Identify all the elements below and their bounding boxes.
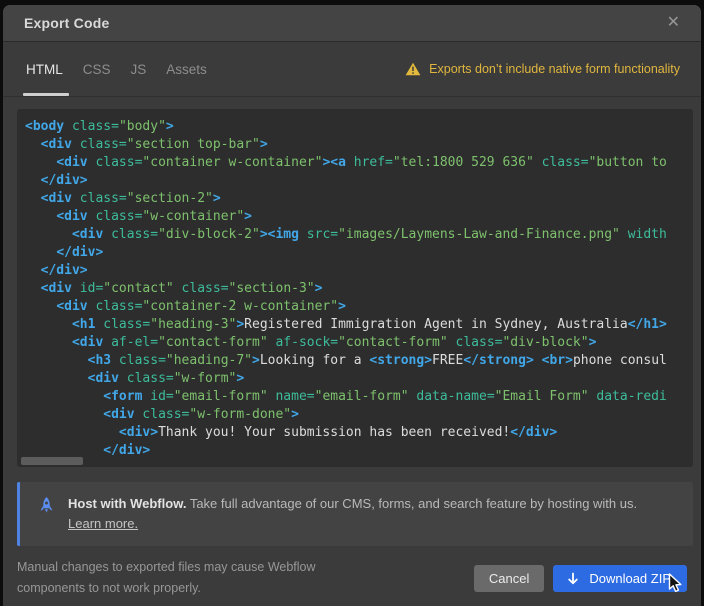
tab-css[interactable]: CSS [81, 42, 113, 96]
code-line: <div class="w-container"> [25, 208, 693, 226]
code-line: </div> [25, 244, 693, 262]
dialog-footer: Manual changes to exported files may cau… [17, 557, 687, 599]
tab-bar: HTML CSS JS Assets Exports don’t include na… [3, 42, 701, 97]
code-line: <div id="contact" class="section-3"> [25, 280, 693, 298]
tabs: HTML CSS JS Assets [24, 42, 209, 96]
note-line-1: Manual changes to exported files may cau… [17, 560, 316, 574]
code-line: </div> [25, 262, 693, 280]
code-line: <div class="w-form"> [25, 370, 693, 388]
export-code-modal-screen: Export Code ✕ HTML CSS JS Assets Exports do… [0, 0, 704, 606]
host-with-webflow-banner: Host with Webflow. Take full advantage o… [17, 482, 693, 546]
code-line: </div> [25, 172, 693, 190]
scrollbar-thumb[interactable] [21, 457, 83, 465]
download-zip-label: Download ZIP [589, 571, 671, 586]
code-line: <body class="body"> [25, 118, 693, 136]
banner-body: Take full advantage of our CMS, forms, a… [186, 496, 637, 511]
code-line: <div class="container w-container"><a hr… [25, 154, 693, 172]
warning-text: Exports don’t include native form functi… [429, 62, 680, 76]
dialog-titlebar: Export Code ✕ [3, 5, 701, 42]
code-line: <form id="email-form" name="email-form" … [25, 388, 693, 406]
code-line: <div class="section-2"> [25, 190, 693, 208]
download-zip-button[interactable]: Download ZIP [553, 565, 687, 592]
code-line: <h1 class="heading-3">Registered Immigra… [25, 316, 693, 334]
tab-html[interactable]: HTML [24, 42, 65, 96]
banner-text: Host with Webflow. Take full advantage o… [68, 494, 637, 534]
banner-title: Host with Webflow. [68, 496, 186, 511]
download-arrow-icon [566, 572, 580, 586]
code-line: <div af-el="contact-form" af-sock="conta… [25, 334, 693, 352]
code-line: <div class="w-form-done"> [25, 406, 693, 424]
tab-assets[interactable]: Assets [164, 42, 209, 96]
footer-buttons: Cancel Download ZIP [474, 565, 687, 592]
code-line: <div class="section top-bar"> [25, 136, 693, 154]
code-line: <h3 class="heading-7">Looking for a <str… [25, 352, 693, 370]
manual-changes-note: Manual changes to exported files may cau… [17, 557, 316, 599]
rocket-icon [37, 496, 56, 516]
code-line: <div class="div-block-2"><img src="image… [25, 226, 693, 244]
code-line: <div>Thank you! Your submission has been… [25, 424, 693, 442]
code-line: <div class="container-2 w-container"> [25, 298, 693, 316]
code-preview[interactable]: <body class="body"> <div class="section … [17, 109, 693, 467]
close-icon[interactable]: ✕ [667, 15, 680, 31]
tab-js[interactable]: JS [129, 42, 149, 96]
learn-more-link[interactable]: Learn more. [68, 516, 138, 531]
export-code-dialog: Export Code ✕ HTML CSS JS Assets Exports do… [3, 5, 701, 606]
form-functionality-warning: Exports don’t include native form functi… [405, 62, 680, 76]
note-line-2: components to not work properly. [17, 581, 201, 595]
cancel-button[interactable]: Cancel [474, 565, 544, 592]
warning-triangle-icon [405, 62, 421, 76]
dialog-title: Export Code [24, 15, 109, 31]
horizontal-scrollbar[interactable] [19, 457, 691, 465]
